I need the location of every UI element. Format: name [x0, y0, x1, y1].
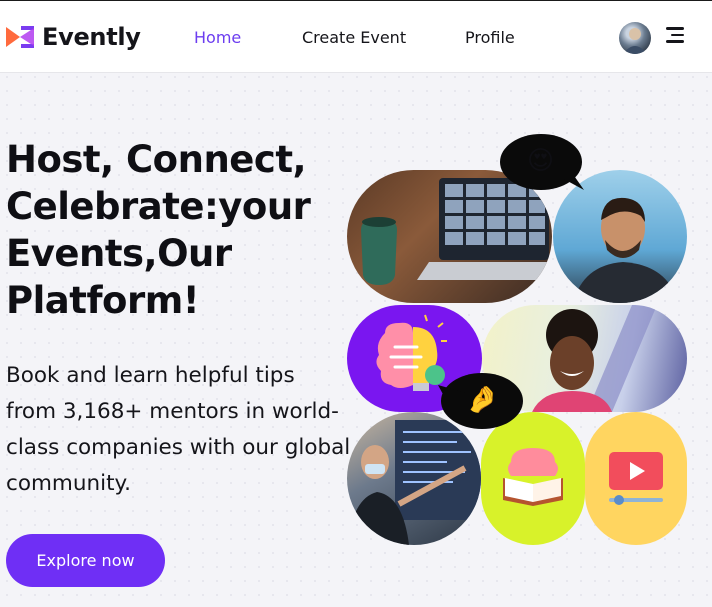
- logo-icon: [6, 26, 34, 48]
- love-emoji-bubble: 😍: [500, 134, 586, 194]
- brand-name: Evently: [42, 23, 141, 51]
- hero-subtitle: Book and learn helpful tips from 3,168+ …: [6, 363, 351, 496]
- video-player-illustration: [585, 412, 687, 545]
- hand-emoji-bubble: 🤌: [438, 371, 524, 431]
- explore-now-button[interactable]: Explore now: [6, 534, 165, 587]
- top-navbar: Evently Home Create Event Profile: [0, 0, 712, 73]
- avatar-image: [623, 28, 647, 54]
- brand-logo[interactable]: Evently: [6, 23, 141, 51]
- pinched-fingers-emoji: 🤌: [466, 385, 499, 415]
- heart-eyes-emoji: 😍: [527, 146, 555, 176]
- nav-profile-link[interactable]: Profile: [465, 28, 515, 47]
- speaker-presentation-photo: [347, 412, 481, 545]
- nav-create-event-link[interactable]: Create Event: [302, 28, 406, 47]
- user-avatar[interactable]: [619, 22, 651, 54]
- nav-home-link[interactable]: Home: [194, 28, 241, 47]
- hero-title: Host, Connect, Celebrate:your Events,Our…: [6, 138, 311, 322]
- book-brain-icon: [503, 448, 563, 506]
- brain-book-illustration: [481, 412, 585, 545]
- hamburger-menu-icon[interactable]: [666, 27, 684, 43]
- video-play-icon: [609, 452, 663, 505]
